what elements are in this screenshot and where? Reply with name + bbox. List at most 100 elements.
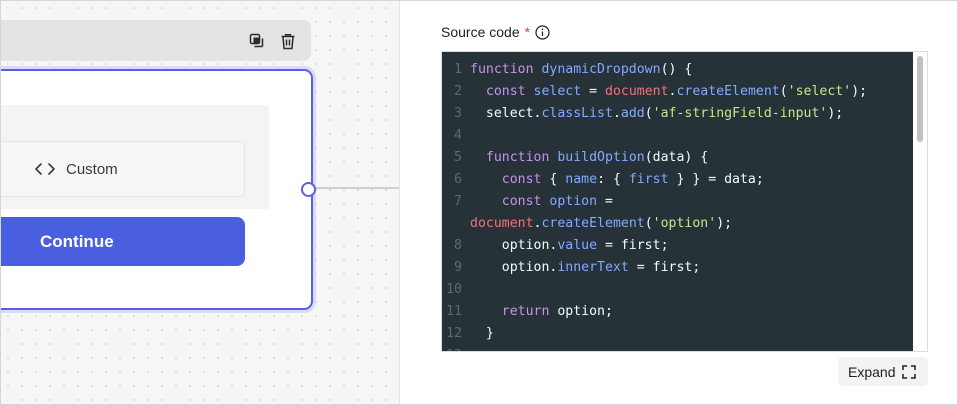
code-text: function dynamicDropdown() { [470, 59, 692, 81]
source-code-label: Source code * [441, 24, 550, 40]
code-token: dynamicDropdown [541, 62, 661, 77]
code-token: = [581, 84, 605, 99]
code-token: = [597, 194, 613, 209]
trash-icon[interactable] [279, 32, 297, 50]
line-number: 10 [446, 282, 462, 297]
code-token: add [620, 106, 645, 121]
code-token: option; [557, 304, 613, 319]
code-token: select. [470, 106, 542, 121]
code-line: 12 } [442, 323, 912, 345]
line-number: 3 [454, 106, 462, 121]
code-token: = first; [628, 260, 701, 275]
code-text: document.createElement('option'); [470, 213, 732, 235]
required-mark: * [524, 24, 531, 40]
line-number: 8 [454, 238, 462, 253]
code-brackets-icon [34, 161, 56, 177]
code-line: 7 const option = [442, 191, 912, 213]
code-line: 11 return option; [442, 301, 912, 323]
code-text: const option = [470, 191, 613, 213]
line-number: 5 [454, 150, 462, 165]
code-text: function buildOption(data) { [470, 147, 708, 169]
flow-node-card[interactable]: Custom Continue [1, 69, 313, 310]
code-token: () { [660, 62, 693, 77]
code-line: 2 const select = document.createElement(… [442, 81, 912, 103]
line-number: 6 [454, 172, 462, 187]
code-text: } [470, 323, 494, 345]
code-token: { [549, 172, 566, 187]
code-token: name [565, 172, 598, 187]
custom-option-label: Custom [66, 161, 118, 178]
code-token: document [605, 84, 669, 99]
code-token: const [501, 194, 550, 209]
custom-option[interactable]: Custom [1, 141, 245, 197]
code-token: option [549, 194, 598, 209]
code-token: select [533, 84, 582, 99]
code-token: buildOption [557, 150, 645, 165]
code-token: createElement [676, 84, 780, 99]
code-token: ); [851, 84, 868, 99]
code-token: 'option' [652, 216, 717, 231]
continue-button-label: Continue [40, 232, 114, 251]
code-token: } } = data; [668, 172, 764, 187]
duplicate-icon[interactable] [248, 32, 266, 50]
code-token: option. [470, 260, 558, 275]
code-token: ); [716, 216, 733, 231]
code-line: 8 option.value = first; [442, 235, 912, 257]
code-token: : { [597, 172, 629, 187]
line-number: 1 [454, 62, 462, 77]
code-line: 5 function buildOption(data) { [442, 147, 912, 169]
code-text: return option; [470, 301, 613, 323]
code-line: document.createElement('option'); [442, 213, 912, 235]
settings-panel: Source code * 1 function dynamicDropdown(… [401, 1, 957, 404]
code-text: option.value = first; [470, 235, 669, 257]
line-number: 12 [446, 326, 462, 341]
continue-button[interactable]: Continue [1, 217, 245, 266]
code-token: ); [827, 106, 844, 121]
code-line: 6 const { name: { first } } = data; [442, 169, 912, 191]
flow-canvas[interactable]: Custom Continue [1, 1, 400, 404]
code-token: createElement [541, 216, 645, 231]
code-token: 'select' [787, 84, 852, 99]
code-token: innerText [557, 260, 629, 275]
code-token: ( [644, 216, 653, 231]
code-token: function [470, 62, 542, 77]
code-text: option.innerText = first; [470, 257, 701, 279]
line-number: 13 [442, 345, 470, 351]
code-text: select.classList.add('af-stringField-inp… [470, 103, 843, 125]
code-text: const { name: { first } } = data; [470, 169, 764, 191]
node-options-area: Custom [1, 105, 269, 209]
fullscreen-icon [902, 364, 917, 379]
code-token: } [470, 326, 494, 341]
line-number: 7 [454, 194, 462, 209]
line-number: 11 [446, 304, 462, 319]
code-line: 4 [442, 125, 912, 147]
line-number: 2 [454, 84, 462, 99]
code-token: = first; [597, 238, 669, 253]
code-token: ( [644, 106, 653, 121]
code-token: 'af-stringField-input' [652, 106, 828, 121]
code-token: function [485, 150, 558, 165]
code-token: ( [779, 84, 788, 99]
code-token: const [485, 84, 534, 99]
line-number: 9 [454, 260, 462, 275]
code-token: classList [541, 106, 613, 121]
info-icon[interactable] [535, 24, 550, 40]
code-token: first [628, 172, 669, 187]
code-line: 13 [442, 345, 912, 351]
code-token: option. [470, 238, 558, 253]
code-line: 1 function dynamicDropdown() { [442, 59, 912, 81]
code-text: const select = document.createElement('s… [470, 81, 867, 103]
connector-handle[interactable] [301, 182, 316, 197]
editor-scroll-thumb[interactable] [917, 56, 923, 142]
source-code-label-text: Source code [441, 24, 520, 40]
editor-scrollbar[interactable] [913, 52, 927, 351]
expand-button[interactable]: Expand [838, 357, 928, 386]
code-token: (data) { [644, 150, 709, 165]
code-editor[interactable]: 1 function dynamicDropdown() {2 const sel… [441, 51, 928, 352]
code-token: value [557, 238, 598, 253]
expand-button-label: Expand [848, 363, 896, 380]
